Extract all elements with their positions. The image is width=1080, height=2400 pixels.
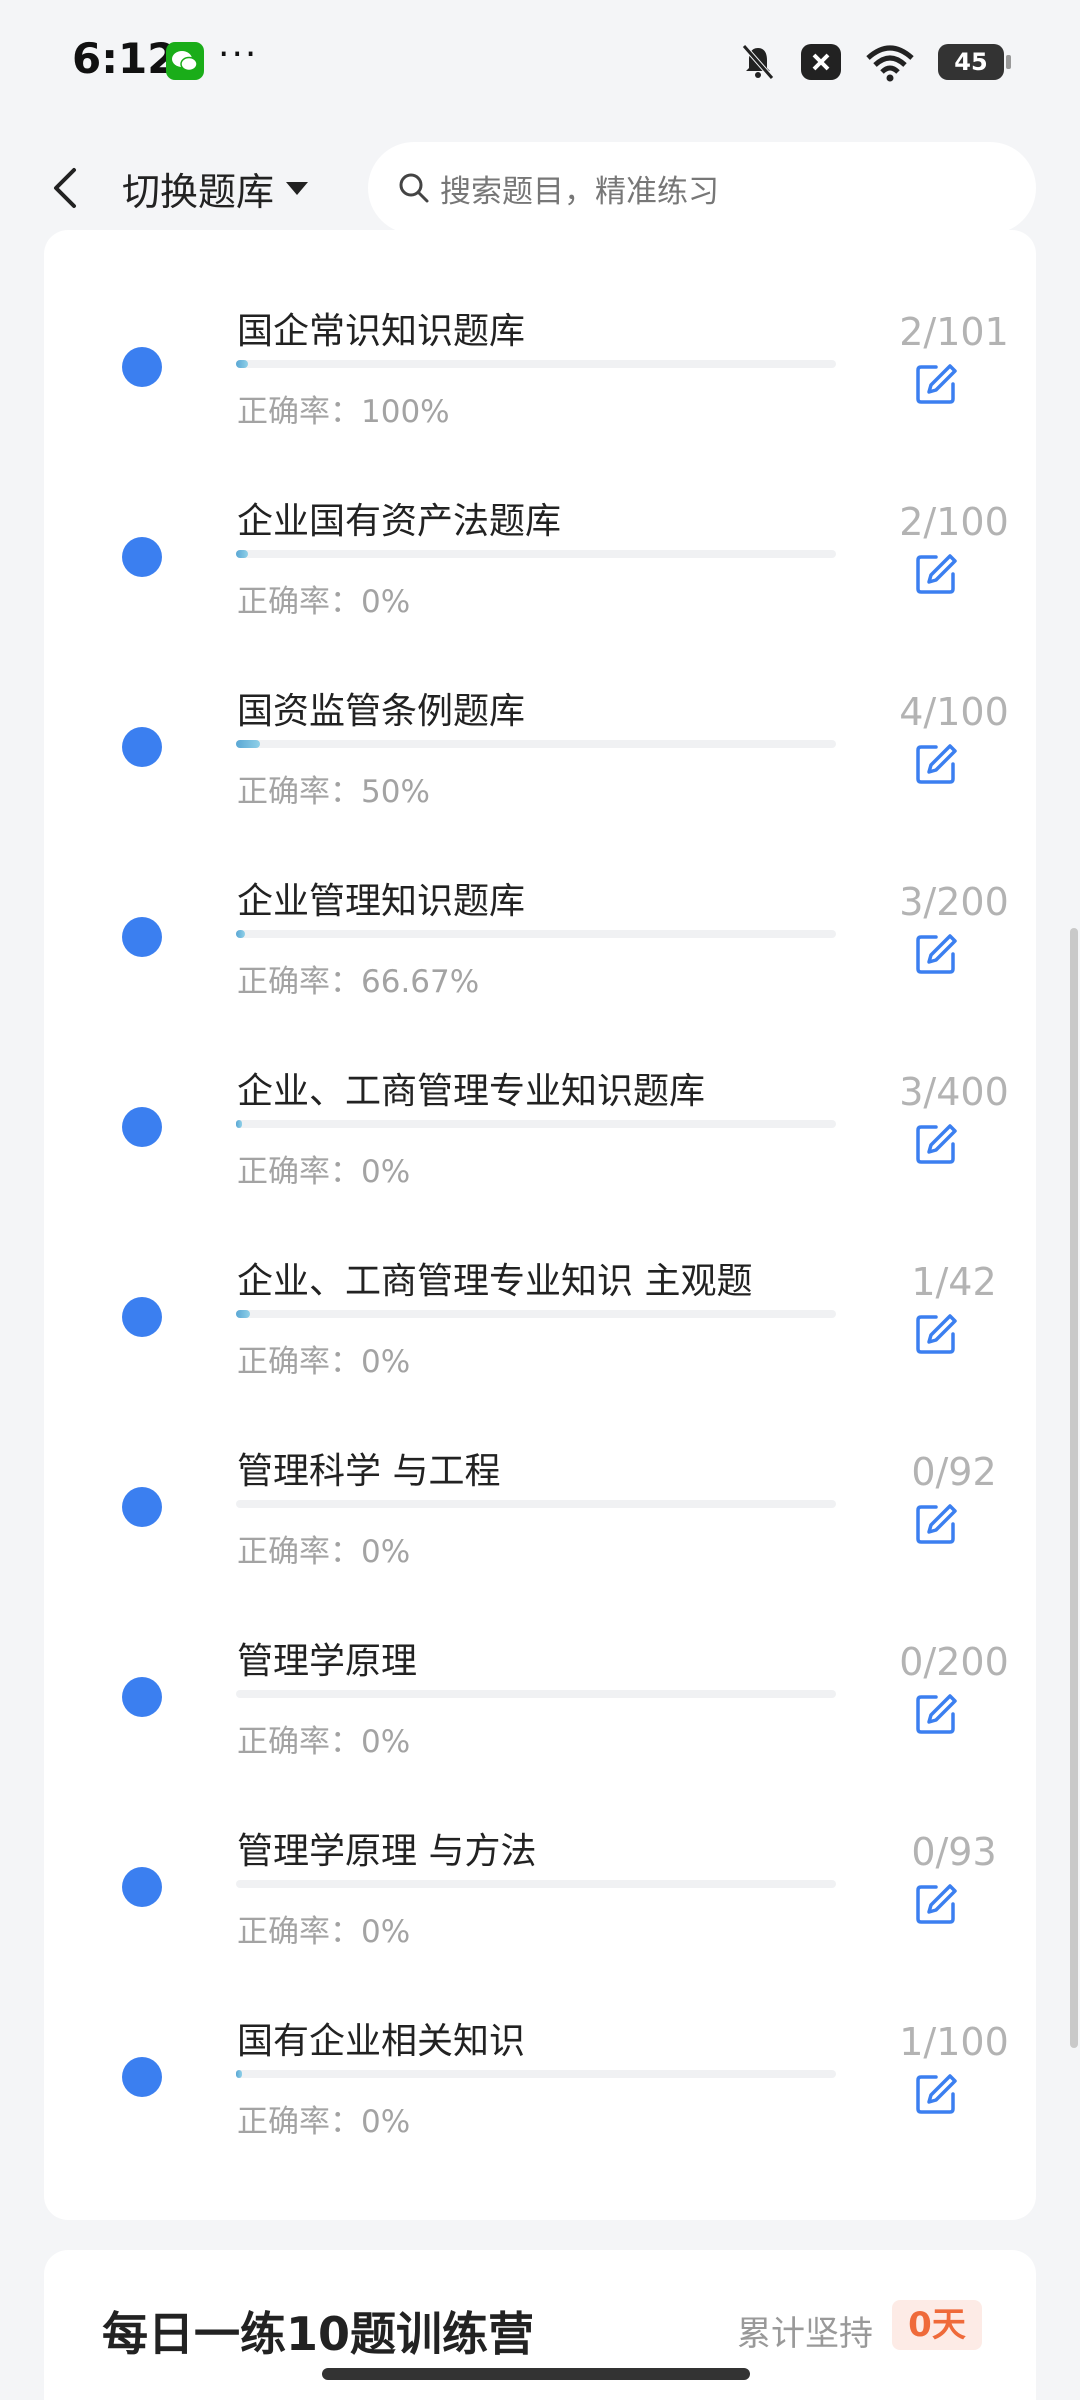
progress-fill — [236, 2070, 242, 2078]
status-dot — [122, 1107, 162, 1147]
list-item[interactable]: 企业管理知识题库正确率：66.67% 3/200 — [44, 880, 1036, 1082]
accuracy-text: 正确率：0% — [237, 2104, 411, 2140]
status-dot — [122, 917, 162, 957]
close-box-icon — [801, 44, 841, 80]
item-title: 管理学原理 与方法 — [237, 1831, 537, 1872]
progress-bar — [236, 740, 836, 748]
edit-practice-icon[interactable] — [914, 552, 958, 596]
search-input[interactable]: 搜索题目，精准练习 — [368, 142, 1036, 234]
progress-bar — [236, 930, 836, 938]
progress-bar — [236, 360, 836, 368]
status-icons: 45 — [738, 40, 1011, 84]
wechat-icon — [166, 42, 204, 80]
progress-bar — [236, 550, 836, 558]
progress-count: 3/200 — [899, 880, 1009, 924]
scrollbar[interactable] — [1070, 928, 1078, 2048]
progress-fill — [236, 550, 248, 558]
progress-count: 1/42 — [911, 1260, 997, 1304]
accuracy-text: 正确率：0% — [237, 584, 411, 620]
list-item[interactable]: 管理科学 与工程正确率：0% 0/92 — [44, 1450, 1036, 1652]
bell-off-icon — [742, 44, 774, 80]
item-title: 管理科学 与工程 — [237, 1451, 501, 1492]
item-title: 管理学原理 — [237, 1641, 418, 1682]
status-bar: 6:12 ··· 45 — [0, 0, 1080, 126]
list-item[interactable]: 企业、工商管理专业知识 主观题正确率：0% 1/42 — [44, 1260, 1036, 1462]
progress-bar — [236, 1880, 836, 1888]
wifi-icon — [866, 45, 914, 82]
battery-icon: 45 — [938, 44, 1011, 80]
progress-bar — [236, 1690, 836, 1698]
status-dot — [122, 1867, 162, 1907]
status-dot — [122, 347, 162, 387]
status-dot — [122, 1297, 162, 1337]
status-dot — [122, 2057, 162, 2097]
progress-fill — [236, 360, 248, 368]
list-item[interactable]: 国资监管条例题库正确率：50% 4/100 — [44, 690, 1036, 892]
progress-bar — [236, 1310, 836, 1318]
item-title: 企业、工商管理专业知识 主观题 — [237, 1261, 753, 1302]
progress-bar — [236, 1120, 836, 1128]
list-item[interactable]: 企业国有资产法题库正确率：0% 2/100 — [44, 500, 1036, 702]
progress-fill — [236, 1120, 242, 1128]
progress-count: 0/200 — [899, 1640, 1009, 1684]
home-indicator[interactable] — [322, 2368, 750, 2380]
more-notifications-icon: ··· — [218, 34, 259, 75]
switch-library-button[interactable]: 切换题库 — [122, 156, 310, 220]
edit-practice-icon[interactable] — [914, 1882, 958, 1926]
progress-count: 1/100 — [899, 2020, 1009, 2064]
caret-down-icon — [286, 182, 309, 195]
edit-practice-icon[interactable] — [914, 1502, 958, 1546]
accuracy-text: 正确率：50% — [237, 774, 430, 810]
accuracy-text: 正确率：100% — [237, 394, 450, 430]
edit-practice-icon[interactable] — [914, 362, 958, 406]
edit-practice-icon[interactable] — [914, 742, 958, 786]
accuracy-text: 正确率：0% — [237, 1344, 411, 1380]
edit-practice-icon[interactable] — [914, 1122, 958, 1166]
progress-bar — [236, 2070, 836, 2078]
edit-practice-icon[interactable] — [914, 2072, 958, 2116]
search-placeholder: 搜索题目，精准练习 — [440, 173, 719, 210]
list-item[interactable]: 国有企业相关知识正确率：0% 1/100 — [44, 2020, 1036, 2222]
list-item[interactable]: 国企常识知识题库正确率：100% 2/101 — [44, 310, 1036, 512]
switch-library-label: 切换题库 — [122, 169, 275, 214]
item-title: 企业、工商管理专业知识题库 — [237, 1071, 706, 1112]
list-item[interactable]: 管理学原理 与方法正确率：0% 0/93 — [44, 1830, 1036, 2032]
camp-title: 每日一练10题训练营 — [102, 2307, 535, 2361]
edit-practice-icon[interactable] — [914, 932, 958, 976]
accuracy-text: 正确率：0% — [237, 1914, 411, 1950]
item-title: 国资监管条例题库 — [237, 691, 526, 732]
progress-count: 2/100 — [899, 500, 1009, 544]
progress-count: 0/93 — [911, 1830, 997, 1874]
status-dot — [122, 537, 162, 577]
status-dot — [122, 1487, 162, 1527]
progress-fill — [236, 930, 245, 938]
progress-count: 3/400 — [899, 1070, 1009, 1114]
status-time: 6:12 — [72, 34, 177, 83]
edit-practice-icon[interactable] — [914, 1312, 958, 1356]
progress-fill — [236, 740, 260, 748]
streak-badge: 0天 — [892, 2300, 982, 2350]
status-dot — [122, 1677, 162, 1717]
item-title: 国企常识知识题库 — [237, 311, 526, 352]
item-title: 企业国有资产法题库 — [237, 501, 562, 542]
back-icon[interactable] — [44, 162, 88, 214]
list-item[interactable]: 管理学原理正确率：0% 0/200 — [44, 1640, 1036, 1842]
accuracy-text: 正确率：66.67% — [237, 964, 480, 1000]
edit-practice-icon[interactable] — [914, 1692, 958, 1736]
accuracy-text: 正确率：0% — [237, 1724, 411, 1760]
question-bank-list: 国企常识知识题库正确率：100% 2/101 企业国有资产法题库正确率：0% 2/10… — [44, 230, 1036, 2220]
progress-count: 2/101 — [899, 310, 1009, 354]
progress-fill — [236, 1310, 251, 1318]
status-dot — [122, 727, 162, 767]
streak-label: 累计坚持 — [737, 2314, 873, 2354]
progress-count: 0/92 — [911, 1450, 997, 1494]
accuracy-text: 正确率：0% — [237, 1154, 411, 1190]
progress-bar — [236, 1500, 836, 1508]
item-title: 企业管理知识题库 — [237, 881, 526, 922]
accuracy-text: 正确率：0% — [237, 1534, 411, 1570]
search-icon — [399, 173, 429, 203]
list-item[interactable]: 企业、工商管理专业知识题库正确率：0% 3/400 — [44, 1070, 1036, 1272]
item-title: 国有企业相关知识 — [237, 2021, 526, 2062]
progress-count: 4/100 — [899, 690, 1009, 734]
